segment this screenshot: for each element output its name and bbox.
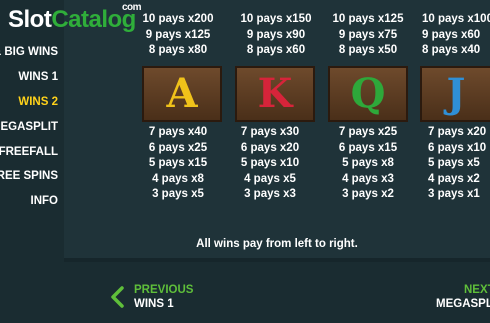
previous-button[interactable]: PREVIOUS WINS 1 [110, 280, 200, 312]
pay-line: 10 pays x125 [332, 13, 404, 25]
previous-label: PREVIOUS [134, 284, 194, 296]
pay-line: 3 pays x5 [152, 188, 204, 200]
pay-line: 3 pays x3 [244, 188, 296, 200]
menu-item-wins-2[interactable]: WINS 2 [18, 96, 58, 108]
menu-item-wins-1[interactable]: WINS 1 [18, 71, 58, 83]
sidebar-menu: & BIG WINS WINS 1 WINS 2 MEGASPLIT FREEF… [0, 0, 64, 323]
pays-bottom-q: 7 pays x25 6 pays x15 5 pays x8 4 pays x… [322, 125, 414, 203]
slotcatalog-logo: SlotCatalog com [8, 2, 142, 33]
pay-line: 8 pays x60 [246, 44, 306, 56]
pay-line: 7 pays x40 [148, 126, 208, 138]
next-label: NEXT [464, 284, 490, 296]
symbol-j-icon: J [446, 70, 466, 117]
pay-line: 5 pays x8 [342, 157, 394, 169]
chevron-left-icon [111, 286, 124, 308]
pay-line: 4 pays x8 [152, 172, 204, 185]
wins-note: All wins pay from left to right. [196, 238, 358, 250]
pay-line: 7 pays x20 [428, 126, 487, 138]
pay-line: 6 pays x15 [338, 141, 398, 154]
pay-line: 3 pays x1 [428, 188, 480, 200]
menu-item-free-spins[interactable]: FREE SPINS [0, 170, 58, 182]
pay-line: 7 pays x25 [338, 126, 398, 138]
pay-line: 4 pays x3 [342, 172, 394, 185]
pays-top-j: 10 pays x100 9 pays x60 8 pays x40 [414, 12, 490, 59]
pays-bottom-j: 7 pays x20 6 pays x10 5 pays x5 4 pays x… [414, 125, 490, 203]
pays-top-k: 10 pays x150 9 pays x90 8 pays x60 [230, 12, 322, 59]
pay-line: 6 pays x10 [428, 141, 487, 154]
pays-top-a: 10 pays x200 9 pays x125 8 pays x80 [132, 12, 224, 59]
pay-line: 3 pays x2 [342, 188, 394, 200]
pay-line: 9 pays x90 [246, 28, 306, 41]
pay-line: 5 pays x5 [428, 157, 480, 169]
pay-line: 6 pays x20 [240, 141, 300, 154]
symbol-k-icon: K [257, 70, 293, 117]
footer-nav: PREVIOUS WINS 1 NEXT MEGASPLIT [64, 262, 490, 323]
symbol-q-tile: Q [328, 66, 408, 122]
pays-bottom-a: 7 pays x40 6 pays x25 5 pays x15 4 pays … [132, 125, 224, 203]
pay-line: 8 pays x50 [338, 44, 398, 56]
menu-item-freefall[interactable]: FREEFALL [0, 146, 58, 158]
pay-line: 8 pays x40 [422, 44, 481, 56]
menu-item-megasplit[interactable]: MEGASPLIT [0, 121, 58, 133]
pay-line: 8 pays x80 [148, 44, 208, 56]
symbol-q-icon: Q [350, 70, 386, 117]
pay-line: 4 pays x2 [428, 172, 480, 185]
pay-line: 4 pays x5 [244, 172, 296, 185]
pay-line: 10 pays x100 [422, 13, 490, 25]
pay-line: 6 pays x25 [148, 141, 208, 154]
symbol-a-tile: A [142, 66, 222, 122]
symbol-a-icon: A [166, 70, 198, 117]
pays-bottom-k: 7 pays x30 6 pays x20 5 pays x10 4 pays … [224, 125, 316, 203]
menu-item-info[interactable]: INFO [31, 195, 58, 207]
next-target: MEGASPLIT [436, 298, 490, 310]
pay-line: 9 pays x75 [338, 28, 398, 41]
menu-item-big-wins[interactable]: & BIG WINS [0, 46, 58, 58]
symbol-j-tile: J [420, 66, 490, 122]
next-button[interactable]: NEXT MEGASPLIT [430, 280, 490, 312]
pay-line: 10 pays x150 [240, 13, 312, 25]
pay-line: 9 pays x60 [422, 28, 481, 41]
pay-line: 5 pays x15 [148, 157, 208, 169]
pay-line: 10 pays x200 [142, 13, 214, 25]
pays-top-q: 10 pays x125 9 pays x75 8 pays x50 [322, 12, 414, 59]
pay-line: 9 pays x125 [145, 28, 211, 41]
previous-target: WINS 1 [134, 298, 174, 310]
pay-line: 7 pays x30 [240, 126, 300, 138]
symbol-k-tile: K [235, 66, 315, 122]
pay-line: 5 pays x10 [240, 157, 300, 169]
